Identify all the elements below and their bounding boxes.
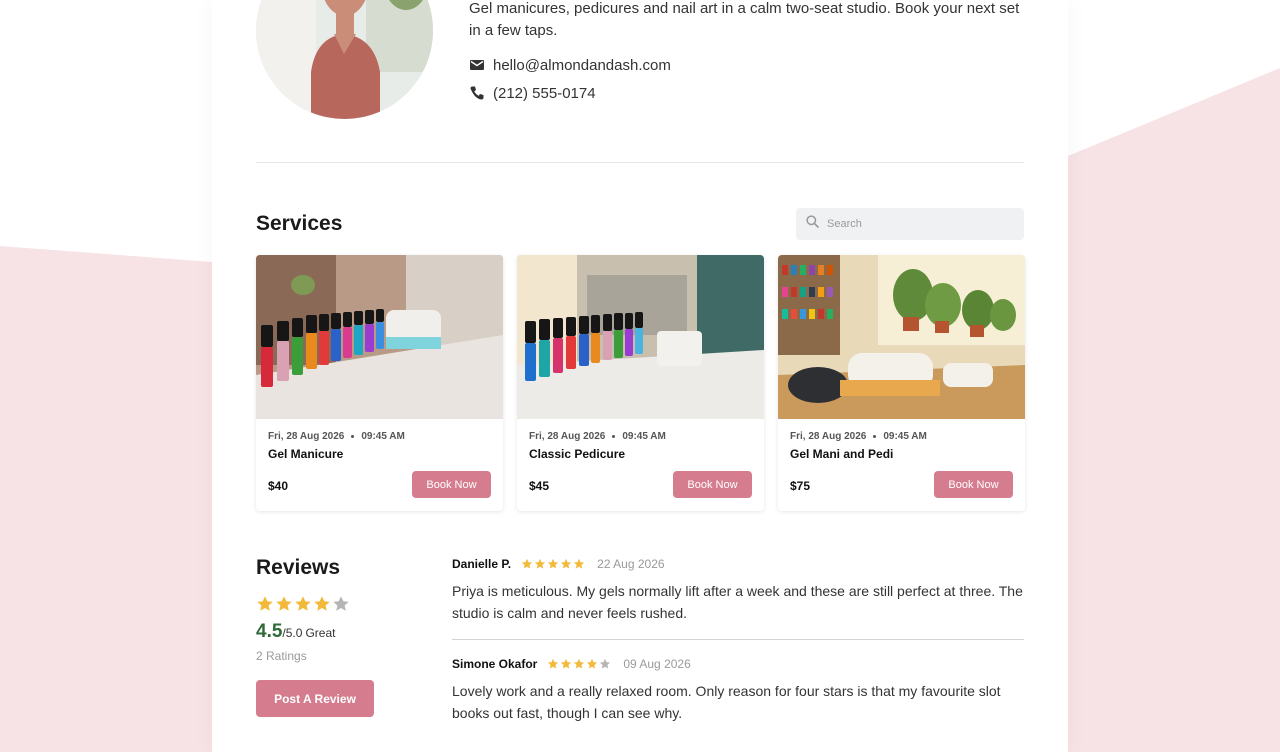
profile-bio: Gel manicures, pedicures and nail art in… [469,0,1020,39]
separator-dot [351,435,355,438]
star-icon [600,658,611,669]
star-icon [561,658,572,669]
rating-scale: /5.0 [282,626,303,640]
service-card-gel-manicure[interactable]: Fri, 28 Aug 2026 09:45 AM Gel Manicure $… [256,255,503,511]
star-icon [257,596,273,611]
search-input[interactable] [827,218,1007,230]
review-divider [452,639,1024,640]
star-icon [333,596,349,611]
star-icon [548,558,559,569]
service-date: Fri, 28 Aug 2026 [529,431,606,442]
service-date: Fri, 28 Aug 2026 [790,431,867,442]
review-stars [521,558,585,570]
book-now-button[interactable]: Book Now [934,471,1013,498]
service-name: Gel Manicure [268,447,344,461]
service-datetime: Fri, 28 Aug 2026 09:45 AM [268,431,405,442]
service-datetime: Fri, 28 Aug 2026 09:45 AM [790,431,927,442]
phone-text[interactable]: (212) 555-0174 [493,85,596,102]
review-text: Lovely work and a really relaxed room. O… [452,683,1001,721]
envelope-icon [469,57,485,73]
service-photo [256,255,503,419]
service-datetime: Fri, 28 Aug 2026 09:45 AM [529,431,666,442]
search-icon [806,215,819,233]
service-time: 09:45 AM [361,431,405,442]
review-date: 22 Aug 2026 [597,557,665,571]
search-box[interactable] [796,208,1024,240]
star-icon [561,558,572,569]
star-icon [295,596,311,611]
star-icon [535,558,546,569]
service-date: Fri, 28 Aug 2026 [268,431,345,442]
service-time: 09:45 AM [883,431,927,442]
rating-count: 2 Ratings [256,649,307,663]
review-text: Priya is meticulous. My gels normally li… [452,583,1023,621]
star-icon [587,658,598,669]
email-text[interactable]: hello@almondandash.com [493,57,671,74]
average-rating-stars [256,595,350,613]
post-review-button[interactable]: Post A Review [256,680,374,717]
service-price: $75 [790,479,811,493]
phone-icon [469,85,485,101]
contact-email[interactable]: hello@almondandash.com [469,55,671,75]
review-author: Simone Okafor [452,657,538,671]
review-date: 09 Aug 2026 [623,657,691,671]
star-icon [574,658,585,669]
star-icon [276,596,292,611]
service-name: Gel Mani and Pedi [790,447,894,461]
rating-score: 4.5 [256,621,283,642]
reviews-title: Reviews [256,556,341,579]
star-icon [574,558,585,569]
star-icon [314,596,330,611]
profile-page-card: Gel manicures, pedicures and nail art in… [212,0,1068,752]
separator-dot [873,435,877,438]
services-title: Services [256,212,343,235]
avatar [256,0,433,119]
section-divider [256,162,1024,163]
service-photo [517,255,764,419]
service-photo [778,255,1025,419]
service-card-classic-pedicure[interactable]: Fri, 28 Aug 2026 09:45 AM Classic Pedicu… [517,255,764,511]
review-stars [547,658,611,670]
review-author: Danielle P. [452,557,512,571]
average-rating: 4.5 /5.0 Great [256,621,335,643]
service-price: $40 [268,479,289,493]
service-name: Classic Pedicure [529,447,626,461]
review-header: Danielle P. 22 Aug 2026 [452,556,665,572]
separator-dot [612,435,616,438]
background-pink-right [1068,68,1280,752]
rating-word: Great [305,626,336,640]
background-pink-left [0,246,212,752]
star-icon [522,558,533,569]
service-time: 09:45 AM [622,431,666,442]
book-now-button[interactable]: Book Now [673,471,752,498]
contact-phone[interactable]: (212) 555-0174 [469,83,596,103]
review-header: Simone Okafor 09 Aug 2026 [452,656,691,672]
book-now-button[interactable]: Book Now [412,471,491,498]
star-icon [548,658,559,669]
service-price: $45 [529,479,550,493]
service-card-gel-mani-and-pedi[interactable]: Fri, 28 Aug 2026 09:45 AM Gel Mani and P… [778,255,1025,511]
